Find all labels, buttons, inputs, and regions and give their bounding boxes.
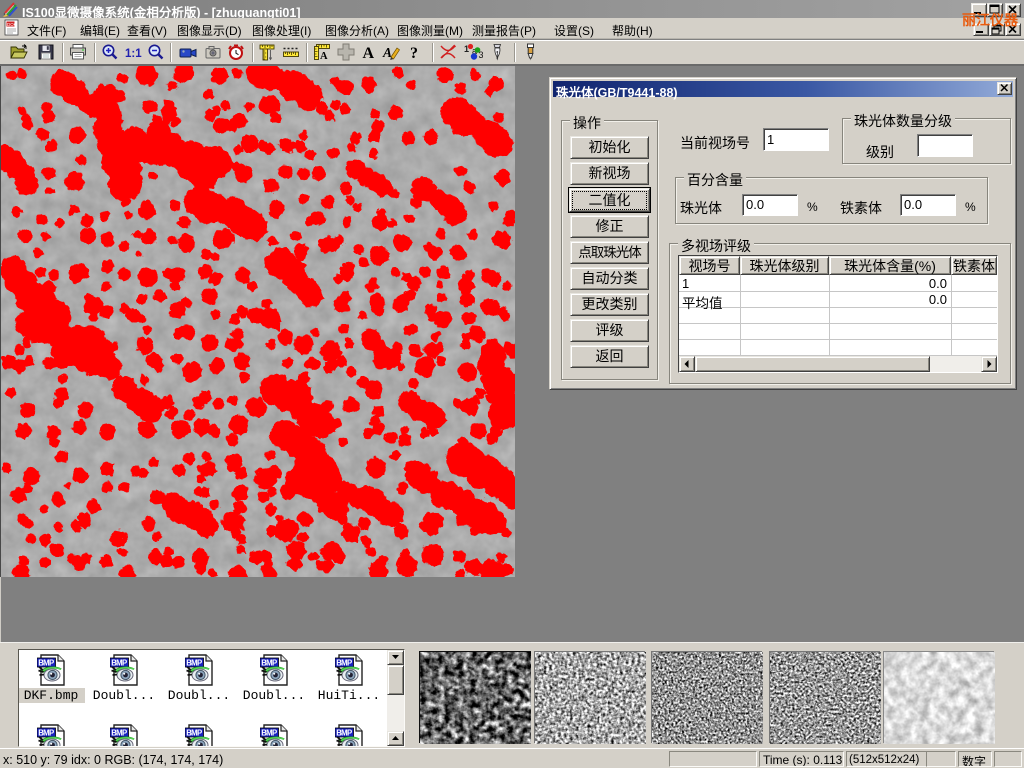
svg-text:1:1: 1:1 [125,48,142,60]
svg-text:A: A [382,45,392,60]
svg-text:DOC: DOC [7,22,18,27]
svg-text:A: A [363,45,375,62]
svg-text:A: A [320,51,328,62]
svg-text:?: ? [410,45,418,62]
svg-text:3: 3 [479,50,484,60]
